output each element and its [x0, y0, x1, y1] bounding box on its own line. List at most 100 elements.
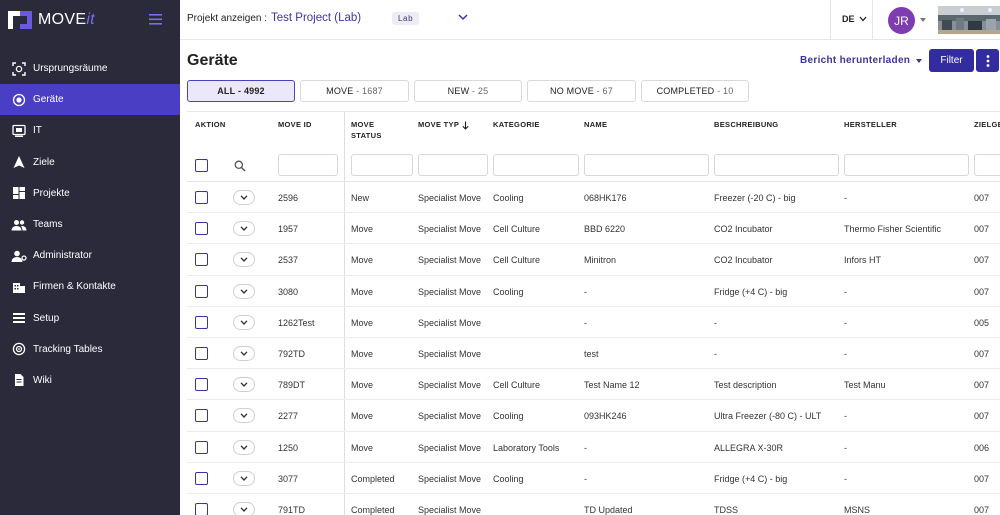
header-move-id[interactable]: MOVE ID: [278, 120, 312, 131]
tab-all[interactable]: ALL - 4992: [187, 80, 295, 102]
filter-input-kategorie[interactable]: [493, 154, 579, 176]
table-row[interactable]: 1262Test Move Specialist Move - - - 005: [187, 307, 1000, 338]
sidebar-item-it[interactable]: IT: [0, 115, 180, 146]
cell-name: -: [584, 286, 587, 297]
sidebar-item-firmen-kontakte[interactable]: Firmen & Kontakte: [0, 271, 180, 302]
filter-input-move-typ[interactable]: [418, 154, 488, 176]
table-row[interactable]: 2596 New Specialist Move Cooling 068HK176 Fre…: [187, 182, 1000, 214]
more-options-button[interactable]: [976, 49, 999, 72]
expand-row-button[interactable]: [233, 346, 255, 361]
expand-row-button[interactable]: [233, 190, 255, 205]
header-hersteller[interactable]: HERSTELLER: [844, 120, 897, 131]
table-row[interactable]: 3077 Completed Specialist Move Cooling - Frid…: [187, 463, 1000, 494]
menu-toggle-icon[interactable]: [149, 14, 162, 25]
cell-move-id: 1250: [278, 442, 299, 453]
cell-beschreibung: TDSS: [714, 505, 739, 515]
chevron-down-icon: [859, 16, 867, 22]
language-label: DE: [842, 14, 855, 24]
row-checkbox[interactable]: [195, 284, 208, 298]
header-kategorie[interactable]: KATEGORIE: [493, 120, 540, 131]
sidebar-item-teams[interactable]: Teams: [0, 209, 180, 240]
row-checkbox[interactable]: [195, 253, 208, 267]
cell-zielgebaeude: 007: [974, 224, 990, 235]
cell-move-typ: Specialist Move: [418, 349, 482, 359]
sidebar-item-setup[interactable]: Setup: [0, 303, 180, 334]
header-name[interactable]: NAME: [584, 120, 607, 131]
row-checkbox[interactable]: [195, 471, 208, 485]
cell-move-status: Move: [351, 411, 374, 422]
expand-row-button[interactable]: [233, 439, 255, 455]
table-row[interactable]: 2537 Move Specialist Move Cell Culture Minit…: [187, 244, 1000, 276]
tab-count: 1687: [362, 86, 383, 96]
table-row[interactable]: 792TD Move Specialist Move test - - 007: [187, 338, 1000, 370]
tab-new[interactable]: NEW - 25: [414, 80, 522, 102]
tab-completed[interactable]: COMPLETED - 10: [641, 80, 749, 102]
table-row[interactable]: 1957 Move Specialist Move Cell Culture BBD 6…: [187, 213, 1000, 245]
filter-input-move-status[interactable]: [351, 154, 413, 176]
sidebar-item-wiki[interactable]: Wiki: [0, 365, 180, 396]
cell-name: 093HK246: [584, 411, 627, 422]
filter-input-zielgebaeude[interactable]: [974, 154, 1000, 176]
tab-move[interactable]: MOVE - 1687: [300, 80, 409, 102]
row-checkbox[interactable]: [195, 503, 208, 515]
row-checkbox[interactable]: [195, 191, 208, 204]
caret-down-icon[interactable]: [920, 18, 926, 22]
sidebar: MOVEit Ursprungsräume Geräte IT Ziele Projek…: [0, 0, 180, 515]
expand-row-button[interactable]: [233, 377, 255, 393]
expand-row-button[interactable]: [233, 252, 255, 268]
row-checkbox[interactable]: [195, 222, 208, 236]
row-checkbox[interactable]: [195, 347, 208, 360]
cell-move-typ: Specialist Move: [418, 255, 482, 266]
cell-kategorie: Cooling: [493, 411, 524, 422]
cell-zielgebaeude: 007: [974, 473, 990, 484]
filter-input-beschreibung[interactable]: [714, 154, 839, 176]
table-row[interactable]: 791TD Completed Specialist Move TD Updated T…: [187, 494, 1000, 515]
sidebar-item-administrator[interactable]: Administrator: [0, 240, 180, 271]
cell-move-status: Completed: [351, 505, 395, 515]
header-beschreibung[interactable]: BESCHREIBUNG: [714, 120, 778, 131]
header-move-status[interactable]: MOVE STATUS: [351, 120, 382, 141]
language-selector[interactable]: DE: [842, 14, 867, 24]
row-checkbox[interactable]: [195, 440, 208, 454]
row-checkbox[interactable]: [195, 315, 208, 329]
expand-row-button[interactable]: [233, 470, 255, 486]
row-checkbox[interactable]: [195, 378, 208, 392]
sidebar-item-ziele[interactable]: Ziele: [0, 147, 180, 178]
sidebar-item-label: Ziele: [33, 156, 55, 168]
page-title: Geräte: [187, 52, 238, 69]
logo-icon: [6, 7, 34, 33]
expand-row-button[interactable]: [233, 314, 255, 330]
sidebar-item-label: Administrator: [33, 250, 92, 262]
sidebar-item-ursprungsräume[interactable]: Ursprungsräume: [0, 53, 180, 84]
divider: [872, 0, 873, 40]
filter-input-move-id[interactable]: [278, 154, 338, 176]
chevron-down-icon: [240, 413, 248, 419]
expand-row-button[interactable]: [233, 408, 255, 424]
search-icon[interactable]: [234, 160, 246, 172]
table-row[interactable]: 789DT Move Specialist Move Cell Culture Test…: [187, 369, 1000, 401]
table-row[interactable]: 2277 Move Specialist Move Cooling 093HK246 Ul…: [187, 400, 1000, 432]
header-move-typ[interactable]: MOVE TYP: [418, 120, 469, 131]
filter-input-hersteller[interactable]: [844, 154, 969, 176]
sidebar-item-projekte[interactable]: Projekte: [0, 178, 180, 209]
table-row[interactable]: 1250 Move Specialist Move Laboratory Tools -…: [187, 432, 1000, 463]
row-checkbox[interactable]: [195, 409, 208, 423]
chevron-down-icon[interactable]: [458, 14, 468, 21]
cell-kategorie: Cell Culture: [493, 380, 541, 391]
avatar[interactable]: JR: [888, 7, 915, 34]
project-selector[interactable]: Test Project (Lab): [271, 12, 361, 24]
select-all-checkbox[interactable]: [195, 159, 208, 172]
sidebar-item-tracking-tables[interactable]: Tracking Tables: [0, 334, 180, 365]
filter-input-name[interactable]: [584, 154, 709, 176]
filter-button[interactable]: Filter: [929, 49, 974, 72]
tab-no-move[interactable]: NO MOVE - 67: [527, 80, 636, 102]
expand-row-button[interactable]: [233, 502, 255, 515]
sidebar-item-geräte[interactable]: Geräte: [0, 84, 180, 116]
header-zielgebaeude[interactable]: ZIELGE: [974, 120, 1000, 131]
expand-row-button[interactable]: [233, 283, 255, 299]
download-report-button[interactable]: Bericht herunterladen: [800, 55, 923, 66]
cell-zielgebaeude: 007: [974, 380, 990, 391]
expand-row-button[interactable]: [233, 221, 255, 237]
cell-zielgebaeude: 007: [974, 411, 990, 422]
table-row[interactable]: 3080 Move Specialist Move Cooling - Fridge (+…: [187, 276, 1000, 307]
